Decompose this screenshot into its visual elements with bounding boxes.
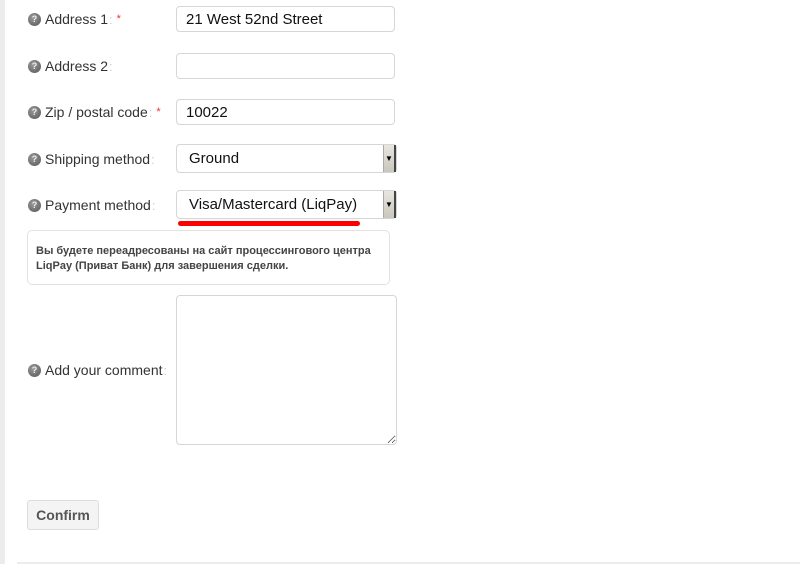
required-mark: * [156,106,161,118]
help-icon[interactable]: ? [28,59,41,73]
label-colon: : [109,58,113,74]
address1-input[interactable] [176,6,395,32]
shipping-label: Shipping method [45,151,151,167]
address1-label-row: ? Address 1 : * [28,11,121,27]
payment-redirect-notice: Вы будете переадресованы на сайт процесс… [27,230,390,285]
zip-input[interactable] [176,99,395,125]
help-icon[interactable]: ? [28,198,41,212]
notice-line: LiqPay (Приват Банк) для завершения сдел… [36,260,289,272]
label-colon: : [148,104,153,120]
help-icon[interactable]: ? [28,105,41,119]
chevron-down-icon[interactable]: ▼ [383,145,396,172]
shipping-selected-value: Ground [189,150,240,167]
chevron-down-icon[interactable]: ▼ [383,191,396,218]
red-highlight-underline [178,221,360,226]
shipping-label-row: ? Shipping method : [28,151,155,167]
help-icon[interactable]: ? [28,363,41,377]
notice-line: Вы будете переадресованы на сайт процесс… [36,245,371,257]
address2-label: Address 2 [45,58,109,74]
payment-label: Payment method [45,197,151,213]
confirm-button[interactable]: Confirm [27,500,99,530]
required-mark: * [116,13,121,25]
label-colon: : [163,362,168,378]
address2-label-row: ? Address 2 : [28,58,113,74]
zip-label: Zip / postal code [45,104,148,120]
comment-textarea[interactable] [176,295,397,445]
comment-label-row: ? Add your comment : [28,362,167,378]
address1-label: Address 1 [45,11,109,27]
shipping-method-select[interactable]: Ground ▼ [176,144,397,173]
help-icon[interactable]: ? [28,12,41,26]
address2-input[interactable] [176,53,395,79]
payment-selected-value: Visa/Mastercard (LiqPay) [189,196,358,213]
label-colon: : [109,11,113,27]
label-colon: : [151,197,156,213]
payment-method-select[interactable]: Visa/Mastercard (LiqPay) ▼ [176,190,397,219]
page-left-border [0,0,5,564]
payment-label-row: ? Payment method : [28,197,155,213]
label-colon: : [151,151,155,167]
comment-label: Add your comment [45,362,163,378]
help-icon[interactable]: ? [28,152,41,166]
zip-label-row: ? Zip / postal code : * [28,104,161,120]
